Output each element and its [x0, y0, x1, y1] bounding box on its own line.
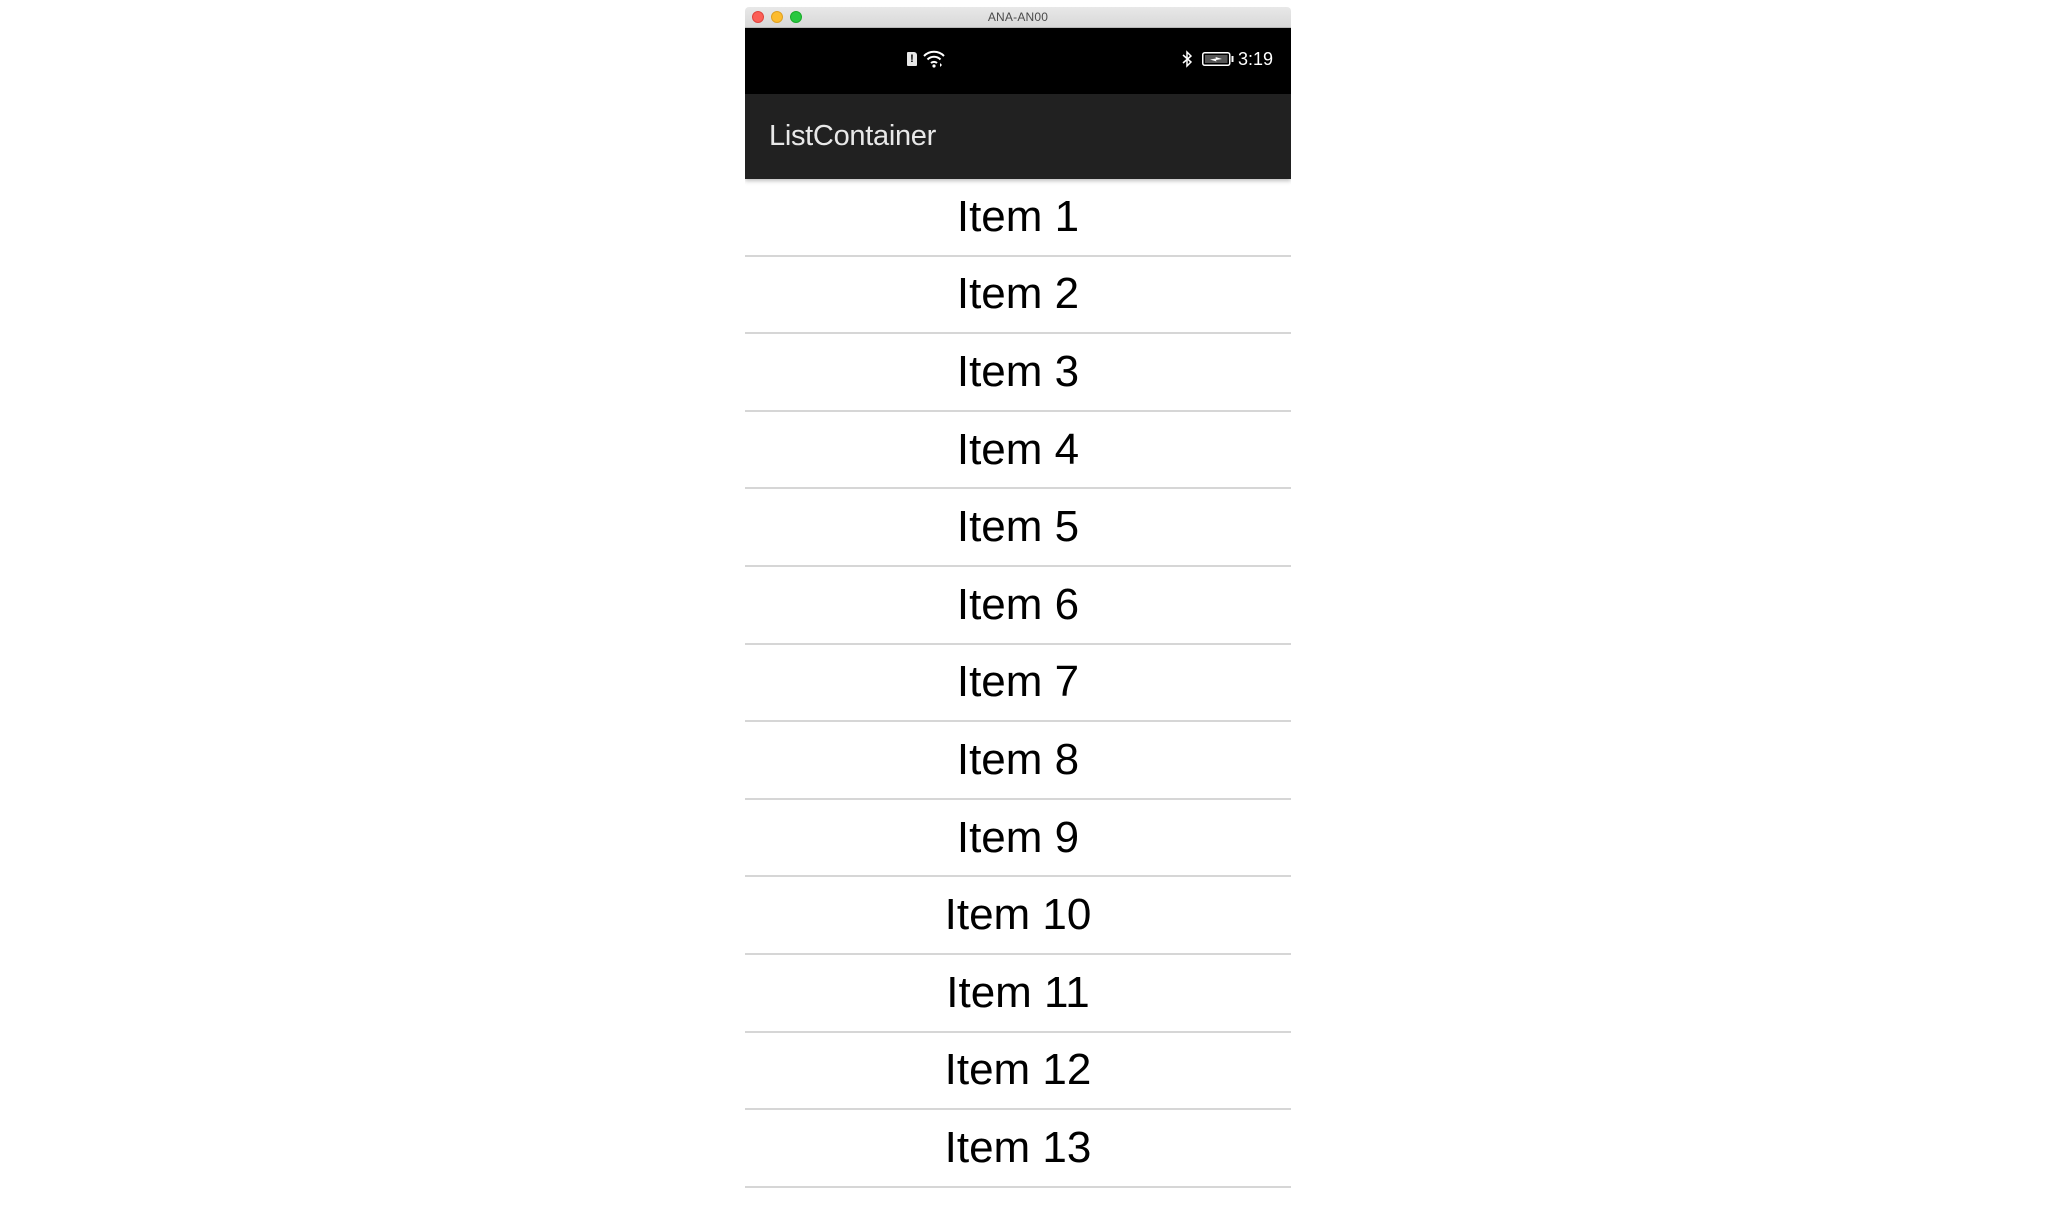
list-item-label: Item 13 — [944, 1122, 1092, 1172]
list-item[interactable]: Item 2 — [745, 257, 1291, 335]
list-item-label: Item 2 — [956, 269, 1080, 319]
window-titlebar[interactable]: ANA-AN00 — [745, 7, 1291, 28]
android-status-bar: ! 3:19 — [745, 28, 1291, 94]
list-item-label: Item 5 — [956, 502, 1080, 552]
list-item-label: Item 6 — [956, 579, 1080, 629]
list-item[interactable]: Item 4 — [745, 412, 1291, 490]
list-item-label: Item 9 — [956, 812, 1080, 862]
list-item[interactable]: Item 10 — [745, 877, 1291, 955]
battery-charging-icon — [1202, 52, 1234, 66]
bluetooth-icon — [1182, 50, 1192, 68]
list-item[interactable]: Item 11 — [745, 955, 1291, 1033]
list-item-label: Item 12 — [944, 1045, 1092, 1095]
list-item-label: Item 1 — [956, 191, 1080, 241]
list-item-label: Item 10 — [944, 890, 1092, 940]
list-item-label: Item 8 — [956, 734, 1080, 784]
list-item[interactable]: Item 3 — [745, 334, 1291, 412]
list-item[interactable]: Item 7 — [745, 645, 1291, 723]
status-bar-time: 3:19 — [1238, 49, 1274, 69]
list-item-label: Item 7 — [956, 657, 1080, 707]
list-item[interactable]: Item 5 — [745, 489, 1291, 567]
list-item[interactable]: Item 13 — [745, 1110, 1291, 1188]
list-item-label: Item 3 — [956, 346, 1080, 396]
wifi-icon — [923, 50, 945, 68]
window-title: ANA-AN00 — [987, 10, 1049, 24]
list-item[interactable]: Item 12 — [745, 1033, 1291, 1111]
list-item[interactable]: Item 9 — [745, 800, 1291, 878]
emulator-window: ANA-AN00 ! 3:19 ListContainer Item 1 Item… — [745, 7, 1291, 1207]
list-item-label: Item 4 — [956, 424, 1080, 474]
list-item[interactable]: Item 1 — [745, 179, 1291, 257]
list-item-label: Item 11 — [946, 967, 1090, 1017]
sim-alert-icon: ! — [907, 52, 917, 66]
list-item[interactable]: Item 6 — [745, 567, 1291, 645]
list-item[interactable]: Item 8 — [745, 722, 1291, 800]
list-container[interactable]: Item 1 Item 2 Item 3 Item 4 Item 5 Item 6 Item… — [745, 179, 1291, 1188]
toolbar-title: ListContainer — [769, 120, 936, 152]
app-toolbar: ListContainer — [745, 94, 1291, 179]
